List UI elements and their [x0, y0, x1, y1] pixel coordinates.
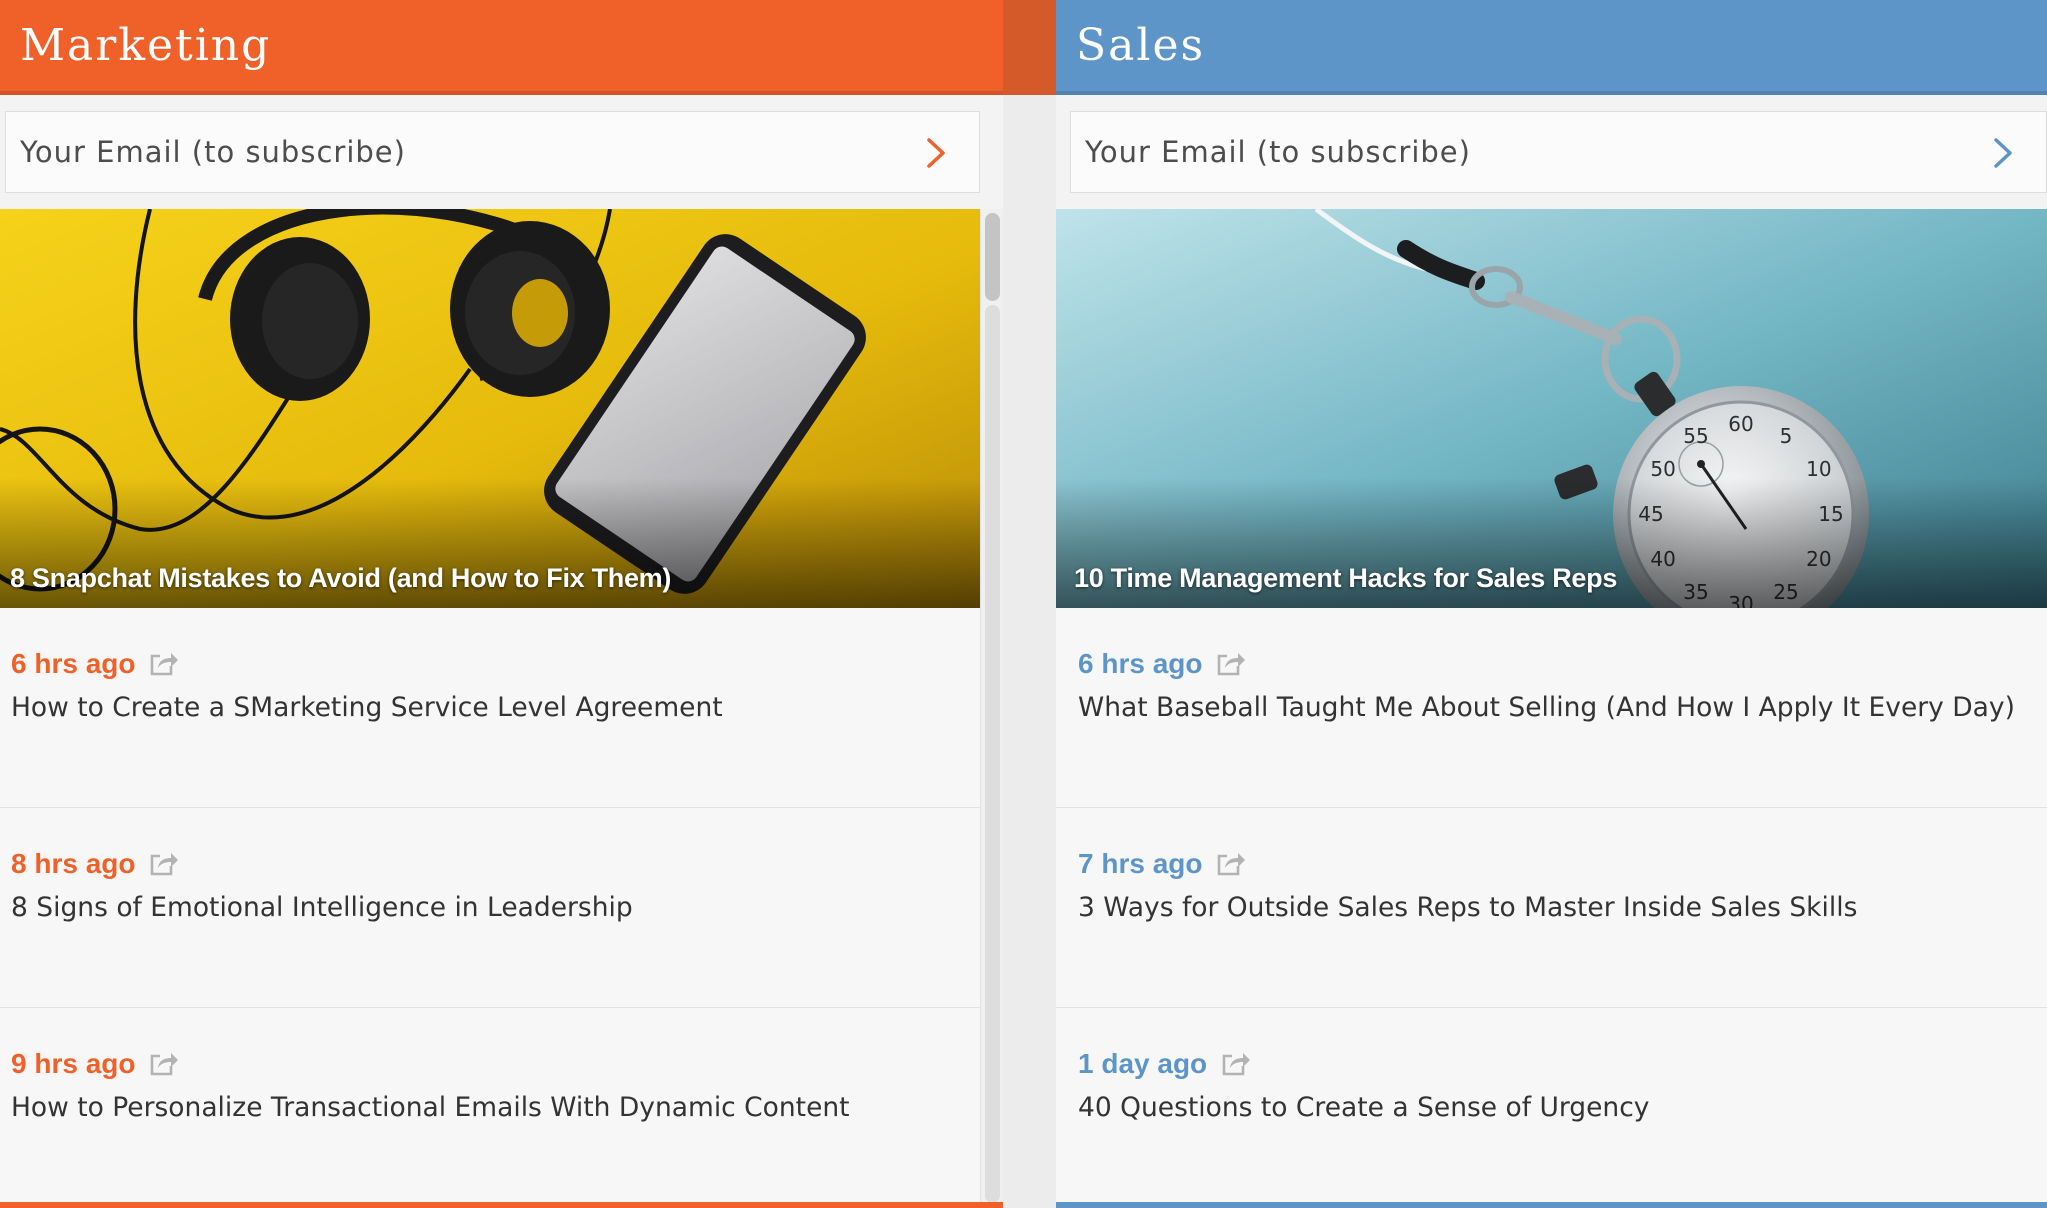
- marketing-header: Marketing: [0, 0, 1003, 95]
- share-icon[interactable]: [149, 650, 179, 678]
- post-title[interactable]: How to Personalize Transactional Emails …: [11, 1092, 980, 1123]
- dial-number: 60: [1728, 412, 1753, 436]
- marketing-email-input[interactable]: [20, 135, 845, 169]
- post-time: 1 day ago: [1078, 1048, 1208, 1079]
- post-time: 6 hrs ago: [1078, 648, 1203, 679]
- marketing-column: Marketing Your Email (to subscribe) 8 Sn…: [0, 0, 1003, 1208]
- share-icon[interactable]: [1216, 650, 1246, 678]
- scrollbar-track[interactable]: [985, 305, 1000, 1203]
- share-icon[interactable]: [149, 1050, 179, 1078]
- sales-email-input[interactable]: [1085, 135, 1912, 169]
- sales-column: Sales Your Email (to subscribe) 60 5 10 …: [1056, 0, 2047, 1208]
- post-title[interactable]: What Baseball Taught Me About Selling (A…: [1078, 692, 2047, 723]
- list-item[interactable]: 8 hrs ago 8 Signs of Emotional Intellige…: [0, 808, 980, 1008]
- sales-subscribe-area: [1056, 95, 2047, 209]
- post-title[interactable]: 8 Signs of Emotional Intelligence in Lea…: [11, 892, 980, 923]
- gutter-header-strip: [1003, 0, 1056, 95]
- marketing-subscribe-form: [5, 111, 980, 193]
- dial-number: 55: [1683, 424, 1708, 448]
- dial-number: 5: [1780, 424, 1793, 448]
- post-title[interactable]: 40 Questions to Create a Sense of Urgenc…: [1078, 1092, 2047, 1123]
- chevron-right-icon[interactable]: [1984, 134, 2022, 172]
- marketing-featured-post[interactable]: 8 Snapchat Mistakes to Avoid (and How to…: [0, 209, 980, 608]
- list-item[interactable]: 6 hrs ago What Baseball Taught Me About …: [1056, 608, 2047, 808]
- post-meta: 8 hrs ago: [11, 846, 980, 882]
- share-icon[interactable]: [1216, 850, 1246, 878]
- post-meta: 9 hrs ago: [11, 1046, 980, 1082]
- sales-featured-title[interactable]: 10 Time Management Hacks for Sales Reps: [1074, 563, 1617, 594]
- marketing-featured-title[interactable]: 8 Snapchat Mistakes to Avoid (and How to…: [10, 563, 671, 594]
- list-item[interactable]: 6 hrs ago How to Create a SMarketing Ser…: [0, 608, 980, 808]
- marketing-bottom-bar: [0, 1202, 1003, 1208]
- column-gutter: [1003, 0, 1056, 1208]
- list-item[interactable]: 1 day ago 40 Questions to Create a Sense…: [1056, 1008, 2047, 1208]
- share-icon[interactable]: [1221, 1050, 1251, 1078]
- scrollbar-thumb[interactable]: [985, 213, 1000, 301]
- marketing-scrollbar[interactable]: [980, 209, 1003, 1208]
- sales-header: Sales: [1056, 0, 2047, 95]
- marketing-subscribe-area: [0, 95, 1003, 209]
- share-icon[interactable]: [149, 850, 179, 878]
- sales-bottom-bar: [1056, 1202, 2047, 1208]
- post-title[interactable]: How to Create a SMarketing Service Level…: [11, 692, 980, 723]
- sales-title: Sales: [1076, 20, 1206, 71]
- list-item[interactable]: 7 hrs ago 3 Ways for Outside Sales Reps …: [1056, 808, 2047, 1008]
- post-time: 6 hrs ago: [11, 648, 136, 679]
- post-meta: 7 hrs ago: [1078, 846, 2047, 882]
- post-time: 9 hrs ago: [11, 1048, 136, 1079]
- post-time: 8 hrs ago: [11, 848, 136, 879]
- sales-post-list: 6 hrs ago What Baseball Taught Me About …: [1056, 608, 2047, 1208]
- sales-subscribe-form: [1070, 111, 2047, 193]
- post-meta: 1 day ago: [1078, 1046, 2047, 1082]
- marketing-title: Marketing: [20, 20, 272, 71]
- sales-featured-post[interactable]: 60510152025303540455055 10 Time Manageme…: [1056, 209, 2047, 608]
- chevron-right-icon[interactable]: [917, 134, 955, 172]
- post-meta: 6 hrs ago: [11, 646, 980, 682]
- list-item[interactable]: 9 hrs ago How to Personalize Transaction…: [0, 1008, 980, 1208]
- post-title[interactable]: 3 Ways for Outside Sales Reps to Master …: [1078, 892, 2047, 923]
- post-meta: 6 hrs ago: [1078, 646, 2047, 682]
- marketing-post-list: 6 hrs ago How to Create a SMarketing Ser…: [0, 608, 980, 1208]
- post-time: 7 hrs ago: [1078, 848, 1203, 879]
